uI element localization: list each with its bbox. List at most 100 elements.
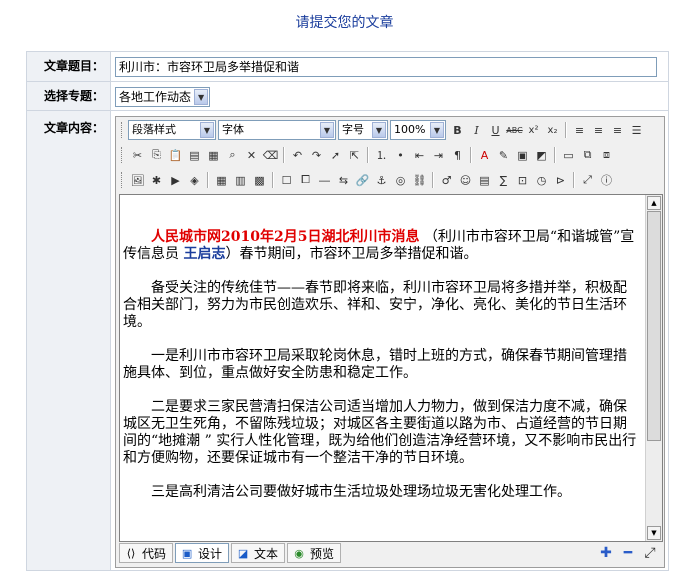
mode-tab-preview[interactable]: ◉ 预览	[287, 543, 342, 563]
editor-mode-bar: ⟨⟩ 代码 ▣ 设计 ◪ 文本 ◉ 预览 ✚ ━ ⤢	[119, 542, 661, 564]
scrollbar-thumb[interactable]	[647, 211, 661, 441]
link-icon[interactable]: 🔗	[354, 172, 371, 189]
toolbar-separator	[207, 172, 209, 188]
chevron-down-icon[interactable]: ▼	[320, 122, 334, 138]
table-props-icon[interactable]: ▥	[232, 172, 249, 189]
table-icon[interactable]: ▦	[213, 172, 230, 189]
move-down-icon[interactable]: ⧈	[598, 147, 615, 164]
delete-icon[interactable]: ✕	[243, 147, 260, 164]
scroll-down-icon[interactable]: ▼	[647, 526, 661, 540]
article-paragraph: 人民城市网2010年2月5日湖北利川市消息 （利川市市容环卫局“和谐城管”宣传信…	[123, 229, 640, 263]
vertical-scrollbar[interactable]: ▲ ▼	[645, 195, 662, 541]
mode-tab-design[interactable]: ▣ 设计	[175, 543, 230, 563]
emoticon-icon[interactable]: ☺	[457, 172, 474, 189]
plus-icon[interactable]: ✚	[596, 544, 616, 561]
minus-icon[interactable]: ━	[618, 544, 638, 561]
move-up-icon[interactable]: ⧉	[579, 147, 596, 164]
toolbar-grip[interactable]	[121, 122, 125, 138]
horizontal-rule-icon[interactable]: ―	[316, 172, 333, 189]
underline-icon[interactable]: U	[487, 122, 504, 139]
select-pointer-icon[interactable]: ➚	[327, 147, 344, 164]
date-icon[interactable]: ◷	[533, 172, 550, 189]
font-select[interactable]: 字体 ▼	[218, 120, 336, 140]
title-input[interactable]: 利川市：市容环卫局多举措促和谐	[115, 57, 657, 77]
chevron-down-icon[interactable]: ▼	[430, 122, 444, 138]
fullscreen-icon[interactable]: ⤢	[579, 172, 596, 189]
chevron-down-icon[interactable]: ▼	[200, 122, 214, 138]
flash-icon[interactable]: ✱	[148, 172, 165, 189]
special-char-icon[interactable]: ♂	[438, 172, 455, 189]
cut-icon[interactable]: ✂	[129, 147, 146, 164]
undo-icon[interactable]: ↶	[289, 147, 306, 164]
article-paragraph: 备受关注的传统佳节——春节即将来临，利川市容环卫局将多措并举，积极配合相关部门，…	[123, 280, 627, 330]
about-icon[interactable]: ⓘ	[598, 172, 615, 189]
toolbar-grip[interactable]	[121, 172, 125, 188]
chevron-down-icon[interactable]: ▼	[194, 89, 209, 105]
category-select[interactable]: 各地工作动态 ▼	[115, 87, 211, 107]
zoom-value: 100%	[394, 123, 426, 136]
bold-icon[interactable]: B	[449, 122, 466, 139]
media-icon[interactable]: ▶	[167, 172, 184, 189]
iframe-icon[interactable]: ⧠	[297, 172, 314, 189]
paragraph-style-value: 段落样式	[132, 123, 176, 136]
article-body: 人民城市网2010年2月5日湖北利川市消息 （利川市市容环卫局“和谐城管”宣传信…	[123, 229, 640, 518]
page-break-icon[interactable]: ⊳	[552, 172, 569, 189]
scroll-up-icon[interactable]: ▲	[647, 196, 661, 210]
italic-icon[interactable]: I	[468, 122, 485, 139]
paragraph-icon[interactable]: ¶	[449, 147, 466, 164]
absolute-position-icon[interactable]: ⇱	[346, 147, 363, 164]
unlink-icon[interactable]: ⛓	[411, 172, 428, 189]
paragraph-style-select[interactable]: 段落样式 ▼	[128, 120, 216, 140]
redo-icon[interactable]: ↷	[308, 147, 325, 164]
image-icon[interactable]: 🖼	[129, 172, 146, 189]
font-size-select[interactable]: 字号 ▼	[338, 120, 388, 140]
paste-icon[interactable]: 📋	[167, 147, 184, 164]
paste-text-icon[interactable]: ▤	[186, 147, 203, 164]
strikethrough-icon[interactable]: ABC	[506, 122, 523, 139]
ordered-list-icon[interactable]: ⒈	[373, 147, 390, 164]
mode-tab-text[interactable]: ◪ 文本	[231, 543, 286, 563]
mode-tab-code[interactable]: ⟨⟩ 代码	[119, 543, 174, 563]
paste-word-icon[interactable]: ▦	[205, 147, 222, 164]
marquee-icon[interactable]: ⇆	[335, 172, 352, 189]
template-icon[interactable]: ⊡	[514, 172, 531, 189]
file-icon[interactable]: ◈	[186, 172, 203, 189]
zoom-select[interactable]: 100% ▼	[390, 120, 446, 140]
superscript-icon[interactable]: x²	[525, 122, 542, 139]
maximize-icon[interactable]: ⤢	[640, 544, 660, 561]
unordered-list-icon[interactable]: •	[392, 147, 409, 164]
find-icon[interactable]: ⌕	[224, 147, 241, 164]
mode-tab-design-label: 设计	[198, 546, 223, 561]
highlight-color-icon[interactable]: ✎	[495, 147, 512, 164]
subscript-icon[interactable]: x₂	[544, 122, 561, 139]
align-justify-icon[interactable]: ☰	[628, 122, 645, 139]
formula-icon[interactable]: ∑	[495, 172, 512, 189]
align-right-icon[interactable]: ≡	[609, 122, 626, 139]
excel-icon[interactable]: ▤	[476, 172, 493, 189]
form-icon[interactable]: ☐	[278, 172, 295, 189]
align-center-icon[interactable]: ≡	[590, 122, 607, 139]
chevron-down-icon[interactable]: ▼	[372, 122, 386, 138]
eraser-icon[interactable]: ⌫	[262, 147, 279, 164]
article-paragraph: 三是高利清洁公司要做好城市生活垃圾处理场垃圾无害化处理工作。	[151, 484, 571, 500]
indent-icon[interactable]: ⇥	[430, 147, 447, 164]
toolbar-row-2: ✂ ⎘ 📋 ▤ ▦ ⌕ ✕ ⌫ ↶ ↷ ➚ ⇱ ⒈ • ⇤ ⇥ ¶ A ✎ ▣ …	[119, 144, 661, 166]
outdent-icon[interactable]: ⇤	[411, 147, 428, 164]
copy-icon[interactable]: ⎘	[148, 147, 165, 164]
format-brush-icon[interactable]: ◩	[533, 147, 550, 164]
toolbar-grip[interactable]	[121, 147, 125, 163]
background-color-icon[interactable]: ▣	[514, 147, 531, 164]
align-left-icon[interactable]: ≡	[571, 122, 588, 139]
toolbar-separator	[283, 147, 285, 163]
editor-content-area[interactable]: 人民城市网2010年2月5日湖北利川市消息 （利川市市容环卫局“和谐城管”宣传信…	[119, 194, 663, 542]
toolbar-separator	[565, 122, 567, 138]
map-icon[interactable]: ◎	[392, 172, 409, 189]
article-paragraph: 二是要求三家民营清扫保洁公司适当增加人力物力，做到保洁力度不减，确保城区无卫生死…	[123, 399, 637, 466]
html-block-icon[interactable]: ▭	[560, 147, 577, 164]
anchor-icon[interactable]: ⚓	[373, 172, 390, 189]
rich-text-editor: 段落样式 ▼ 字体 ▼ 字号 ▼ 100% ▼ B I U ABC x² x₂ …	[115, 116, 665, 568]
category-label: 选择专题：	[27, 82, 111, 110]
toolbar-row-1: 段落样式 ▼ 字体 ▼ 字号 ▼ 100% ▼ B I U ABC x² x₂ …	[119, 119, 661, 141]
font-color-icon[interactable]: A	[476, 147, 493, 164]
cell-props-icon[interactable]: ▩	[251, 172, 268, 189]
